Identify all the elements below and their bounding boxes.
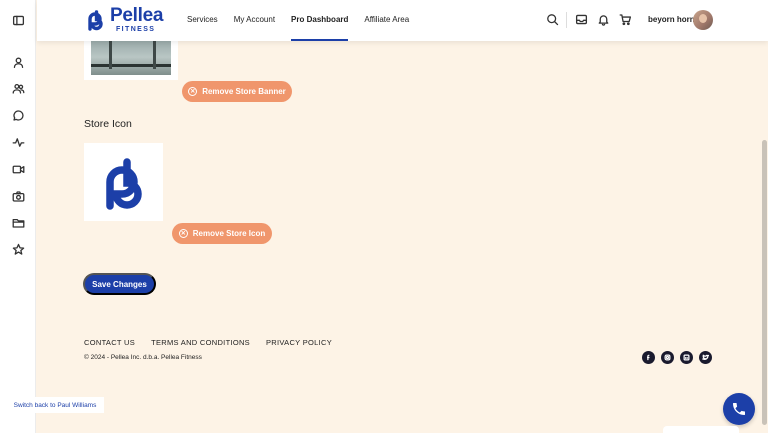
nav-pro-dashboard[interactable]: Pro Dashboard [291, 0, 349, 41]
footer-links: CONTACT US TERMS AND CONDITIONS PRIVACY … [84, 338, 348, 347]
footer-privacy[interactable]: PRIVACY POLICY [266, 338, 332, 347]
left-sidebar [0, 0, 36, 433]
nav-affiliate-area[interactable]: Affiliate Area [364, 0, 409, 41]
footer-contact-us[interactable]: CONTACT US [84, 338, 135, 347]
remove-store-icon-button[interactable]: ✕ Remove Store Icon [172, 223, 272, 244]
video-icon[interactable] [11, 162, 25, 176]
camera-icon[interactable] [11, 189, 25, 203]
store-icon-preview [84, 143, 163, 221]
facebook-icon[interactable] [642, 351, 655, 364]
bell-icon[interactable] [597, 13, 611, 27]
remove-store-banner-button[interactable]: ✕ Remove Store Banner [182, 81, 292, 102]
nav-services[interactable]: Services [187, 0, 218, 41]
nav-my-account[interactable]: My Account [234, 0, 275, 41]
remove-store-banner-label: Remove Store Banner [202, 87, 286, 96]
toolbar-divider [566, 12, 567, 28]
store-icon-title: Store Icon [84, 118, 132, 130]
copyright-text: © 2024 - Pellea Inc. d.b.a. Pellea Fitne… [84, 354, 202, 361]
close-circle-icon: ✕ [188, 87, 198, 96]
logo-subtitle: FITNESS [116, 26, 156, 33]
page-scrollbar-thumb[interactable] [762, 140, 767, 425]
close-circle-icon: ✕ [178, 229, 188, 238]
search-icon[interactable] [546, 13, 560, 27]
pellea-store-icon [105, 158, 142, 210]
inbox-icon[interactable] [575, 13, 589, 27]
chat-widget-tab[interactable] [663, 426, 739, 433]
store-banner-image [91, 35, 171, 75]
chat-icon[interactable] [11, 108, 25, 122]
avatar[interactable] [693, 10, 713, 30]
pellea-logo-mark-icon [88, 9, 103, 31]
sidebar-toggle-icon[interactable] [11, 13, 25, 27]
footer-terms[interactable]: TERMS AND CONDITIONS [151, 338, 250, 347]
logo-name: Pellea [110, 5, 164, 26]
phone-icon [733, 403, 745, 415]
twitter-icon[interactable] [699, 351, 712, 364]
main-nav: Services My Account Pro Dashboard Affili… [187, 0, 425, 41]
top-navigation-bar: Pellea FITNESS Services My Account Pro D… [37, 0, 768, 41]
user-icon[interactable] [11, 55, 25, 69]
user-name[interactable]: beyorn horn [648, 15, 695, 24]
remove-store-icon-label: Remove Store Icon [192, 229, 266, 238]
switch-back-user-link[interactable]: Switch back to Paul Williams [6, 397, 104, 413]
star-icon[interactable] [11, 242, 25, 256]
folder-icon[interactable] [11, 215, 25, 229]
cart-icon[interactable] [619, 13, 633, 27]
pellea-logo[interactable]: Pellea FITNESS [83, 6, 163, 33]
activity-icon[interactable] [11, 135, 25, 149]
users-icon[interactable] [11, 81, 25, 95]
save-changes-button[interactable]: Save Changes [83, 273, 156, 295]
phone-call-button[interactable] [723, 393, 755, 425]
instagram-icon[interactable] [661, 351, 674, 364]
linkedin-icon[interactable] [680, 351, 693, 364]
